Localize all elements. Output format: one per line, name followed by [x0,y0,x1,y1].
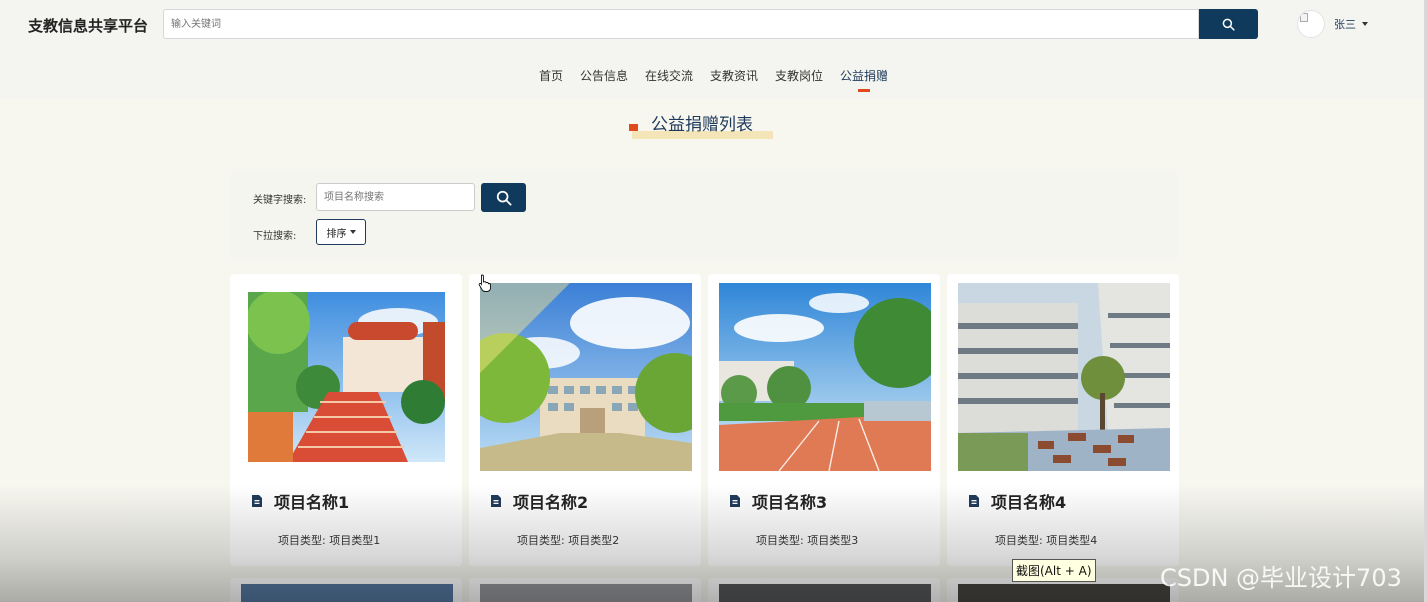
project-image [480,584,692,602]
project-image [958,283,1170,471]
project-type: 项目类型: 项目类型3 [756,532,858,548]
search-icon [496,190,511,205]
project-type-label: 项目类型: [995,534,1043,547]
project-card[interactable]: 项目名称2 项目类型: 项目类型2 [469,274,701,566]
project-type-value: 项目类型4 [1046,534,1098,547]
sort-dropdown[interactable]: 排序 [316,219,366,245]
caret-down-icon [1362,22,1368,26]
project-card[interactable] [708,578,940,602]
sort-label: 排序 [326,228,347,240]
keyword-search-input[interactable] [317,184,474,210]
document-icon [969,495,979,507]
nav-positions[interactable]: 支教岗位 [775,67,823,84]
project-card[interactable] [469,578,701,602]
project-type-value: 项目类型2 [568,534,620,547]
project-image [719,584,931,602]
project-type-label: 项目类型: [756,534,804,547]
project-type-value: 项目类型1 [329,534,381,547]
title-flag-icon [629,124,638,131]
page-title: 公益捐赠列表 [651,115,753,135]
screenshot-tooltip: 截图(Alt + A) [1012,559,1096,582]
broken-image-icon [1300,13,1308,22]
project-image [719,283,931,471]
project-card[interactable]: 项目名称4 项目类型: 项目类型4 [947,274,1179,566]
document-icon [730,495,740,507]
nav-donations[interactable]: 公益捐赠 [840,67,888,84]
project-type: 项目类型: 项目类型4 [995,532,1097,548]
project-type: 项目类型: 项目类型2 [517,532,619,548]
global-search-button[interactable] [1199,9,1258,39]
project-card[interactable]: 项目名称3 项目类型: 项目类型3 [708,274,940,566]
project-card[interactable]: 项目名称1 项目类型: 项目类型1 [230,274,462,566]
search-icon [1222,18,1235,31]
avatar[interactable] [1297,10,1325,38]
filter-panel: 关键字搜索: 下拉搜索: 排序 [230,171,1178,259]
project-name: 项目名称3 [752,493,828,512]
watermark: CSDN @毕业设计703 [1160,564,1402,592]
project-image [241,584,453,602]
project-type-label: 项目类型: [517,534,565,547]
nav-online-chat[interactable]: 在线交流 [645,67,693,84]
project-image [248,292,445,462]
global-search-input[interactable] [164,10,1198,38]
caret-down-icon [349,230,356,234]
nav-home[interactable]: 首页 [539,67,563,84]
project-image [958,584,1170,602]
main-nav: 首页 公告信息 在线交流 支教资讯 支教岗位 公益捐赠 [0,67,1427,84]
project-name: 项目名称1 [274,493,350,512]
project-name: 项目名称4 [991,493,1067,512]
page-title-block: 公益捐赠列表 [628,110,778,142]
user-menu[interactable]: 张三 [1334,16,1368,32]
project-type-value: 项目类型3 [807,534,859,547]
keyword-field[interactable] [316,183,475,211]
document-icon [252,495,262,507]
keyword-label: 关键字搜索: [253,195,307,206]
project-card[interactable] [230,578,462,602]
project-image [480,283,692,471]
project-type-label: 项目类型: [278,534,326,547]
document-icon [491,495,501,507]
header: 支教信息共享平台 张三 首页 公告信息 在线交流 支教资讯 支教岗位 公益捐赠 [0,0,1427,98]
project-name: 项目名称2 [513,493,589,512]
username: 张三 [1334,18,1356,31]
global-search-field[interactable] [163,9,1199,39]
nav-notices[interactable]: 公告信息 [580,67,628,84]
site-brand[interactable]: 支教信息共享平台 [28,15,148,36]
keyword-search-button[interactable] [481,183,526,212]
nav-news[interactable]: 支教资讯 [710,67,758,84]
dropdown-label: 下拉搜索: [253,231,297,242]
project-type: 项目类型: 项目类型1 [278,532,380,548]
hand-cursor-icon [478,274,491,292]
